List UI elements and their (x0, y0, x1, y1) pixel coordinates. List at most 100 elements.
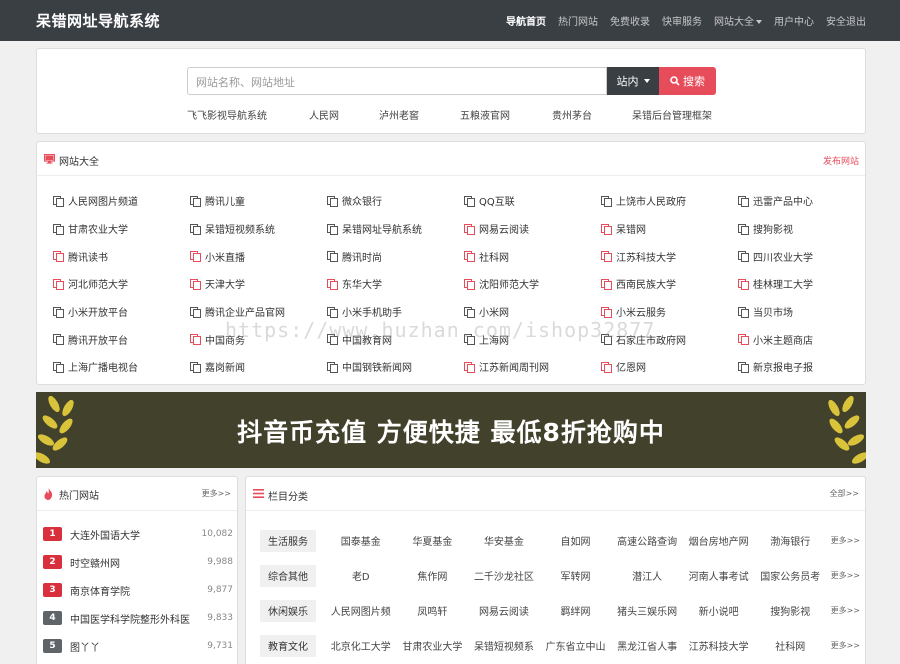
category-label[interactable]: 休闲娱乐 (260, 599, 316, 622)
category-more-link[interactable]: 更多>> (826, 570, 860, 581)
category-link[interactable]: 凤鸣轩 (397, 603, 469, 618)
category-link[interactable]: 社科网 (754, 638, 826, 653)
category-link[interactable]: 焦作网 (397, 568, 469, 583)
promo-banner[interactable]: 抖音币充值 方便快捷 最低8折抢购中 (36, 392, 866, 468)
hot-site-item[interactable]: 1 大连外国语大学 10,082 (43, 520, 233, 548)
hot-site-item[interactable]: 3 南京体育学院 9,877 (43, 576, 233, 604)
category-link[interactable]: 江苏科技大学 (683, 638, 755, 653)
site-link[interactable]: 当贝市场 (738, 298, 875, 326)
site-link[interactable]: 腾讯时尚 (327, 242, 464, 270)
category-link[interactable]: 广东省立中山 (540, 638, 612, 653)
nav-fast-review[interactable]: 快审服务 (662, 13, 702, 28)
category-link[interactable]: 华夏基金 (397, 533, 469, 548)
nav-logout[interactable]: 安全退出 (826, 13, 866, 28)
site-link[interactable]: 网易云阅读 (464, 215, 601, 243)
site-link[interactable]: 腾讯读书 (53, 242, 190, 270)
nav-hot-sites[interactable]: 热门网站 (558, 13, 598, 28)
site-link[interactable]: 河北师范大学 (53, 270, 190, 298)
site-link[interactable]: 新京报电子报 (738, 353, 875, 381)
site-link[interactable]: 搜狗影视 (738, 215, 875, 243)
site-link[interactable]: 江苏科技大学 (601, 242, 738, 270)
nav-user-center[interactable]: 用户中心 (774, 13, 814, 28)
site-link[interactable]: 小米手机助手 (327, 298, 464, 326)
site-link[interactable]: 社科网 (464, 242, 601, 270)
category-link[interactable]: 烟台房地产网 (683, 533, 755, 548)
category-more-link[interactable]: 更多>> (826, 605, 860, 616)
site-link[interactable]: 人民网图片频道 (53, 187, 190, 215)
quick-link[interactable]: 五粮液官网 (460, 107, 552, 122)
site-link[interactable]: 呆错短视频系统 (190, 215, 327, 243)
site-link[interactable]: 甘肃农业大学 (53, 215, 190, 243)
site-link[interactable]: QQ互联 (464, 187, 601, 215)
quick-link[interactable]: 泸州老窖 (379, 107, 460, 122)
categories-all-link[interactable]: 全部>> (830, 488, 859, 499)
category-label[interactable]: 教育文化 (260, 634, 316, 657)
hot-site-item[interactable]: 5 图丫丫 9,731 (43, 632, 233, 660)
site-brand[interactable]: 呆错网址导航系统 (36, 10, 160, 31)
site-link[interactable]: 小米直播 (190, 242, 327, 270)
category-link[interactable]: 国家公务员考 (754, 568, 826, 583)
quick-link[interactable]: 人民网 (309, 107, 379, 122)
site-link[interactable]: 桂林理工大学 (738, 270, 875, 298)
category-link[interactable]: 老D (325, 568, 397, 583)
nav-home[interactable]: 导航首页 (506, 13, 546, 28)
category-link[interactable]: 河南人事考试 (683, 568, 755, 583)
quick-link[interactable]: 呆错后台管理框架 (632, 107, 712, 122)
category-link[interactable]: 黑龙江省人事 (611, 638, 683, 653)
category-link[interactable]: 北京化工大学 (325, 638, 397, 653)
category-more-link[interactable]: 更多>> (826, 640, 860, 651)
category-label[interactable]: 综合其他 (260, 564, 316, 587)
category-link[interactable]: 自如网 (540, 533, 612, 548)
site-link[interactable]: 上饶市人民政府 (601, 187, 738, 215)
category-link[interactable]: 高速公路查询 (611, 533, 683, 548)
site-link[interactable]: 中国教育网 (327, 325, 464, 353)
site-link[interactable]: 小米云服务 (601, 298, 738, 326)
site-link[interactable]: 中国钢铁新闻网 (327, 353, 464, 381)
site-link[interactable]: 石家庄市政府网 (601, 325, 738, 353)
site-link[interactable]: 天津大学 (190, 270, 327, 298)
category-link[interactable]: 新小说吧 (683, 603, 755, 618)
hot-site-item[interactable]: 4 中国医学科学院整形外科医 9,833 (43, 604, 233, 632)
site-link[interactable]: 小米网 (464, 298, 601, 326)
category-link[interactable]: 二千沙龙社区 (468, 568, 540, 583)
publish-site-link[interactable]: 发布网站 (823, 154, 859, 167)
site-link[interactable]: 沈阳师范大学 (464, 270, 601, 298)
site-link[interactable]: 呆错网 (601, 215, 738, 243)
site-link[interactable]: 腾讯儿童 (190, 187, 327, 215)
quick-link[interactable]: 飞飞影视导航系统 (187, 107, 309, 122)
category-link[interactable]: 人民网图片频 (325, 603, 397, 618)
nav-site-directory[interactable]: 网站大全 (714, 13, 762, 28)
quick-link[interactable]: 贵州茅台 (552, 107, 632, 122)
site-link[interactable]: 上海广播电视台 (53, 353, 190, 381)
site-link[interactable]: 微众银行 (327, 187, 464, 215)
category-link[interactable]: 渤海银行 (754, 533, 826, 548)
category-link[interactable]: 羁绊网 (540, 603, 612, 618)
category-link[interactable]: 搜狗影视 (754, 603, 826, 618)
site-link[interactable]: 迅雷产品中心 (738, 187, 875, 215)
site-link[interactable]: 腾讯开放平台 (53, 325, 190, 353)
site-link[interactable]: 亿恩网 (601, 353, 738, 381)
search-input[interactable]: 网站名称、网站地址 (187, 67, 607, 95)
category-link[interactable]: 甘肃农业大学 (397, 638, 469, 653)
site-link[interactable]: 上海网 (464, 325, 601, 353)
nav-free-submit[interactable]: 免费收录 (610, 13, 650, 28)
site-link[interactable]: 腾讯企业产品官网 (190, 298, 327, 326)
category-link[interactable]: 国泰基金 (325, 533, 397, 548)
search-button[interactable]: 搜索 (659, 67, 716, 95)
site-link[interactable]: 呆错网址导航系统 (327, 215, 464, 243)
category-link[interactable]: 猪头三娱乐网 (611, 603, 683, 618)
hot-site-item[interactable]: 2 时空赣州网 9,988 (43, 548, 233, 576)
site-link[interactable]: 江苏新闻周刊网 (464, 353, 601, 381)
search-scope-dropdown[interactable]: 站内 (607, 67, 659, 95)
category-link[interactable]: 潜江人 (611, 568, 683, 583)
site-link[interactable]: 中国商务 (190, 325, 327, 353)
category-link[interactable]: 网易云阅读 (468, 603, 540, 618)
site-link[interactable]: 嘉岗新闻 (190, 353, 327, 381)
site-link[interactable]: 小米主题商店 (738, 325, 875, 353)
category-link[interactable]: 呆错短视频系 (468, 638, 540, 653)
hot-more-link[interactable]: 更多>> (202, 488, 231, 499)
site-link[interactable]: 西南民族大学 (601, 270, 738, 298)
site-link[interactable]: 小米开放平台 (53, 298, 190, 326)
site-link[interactable]: 四川农业大学 (738, 242, 875, 270)
category-link[interactable]: 军转网 (540, 568, 612, 583)
